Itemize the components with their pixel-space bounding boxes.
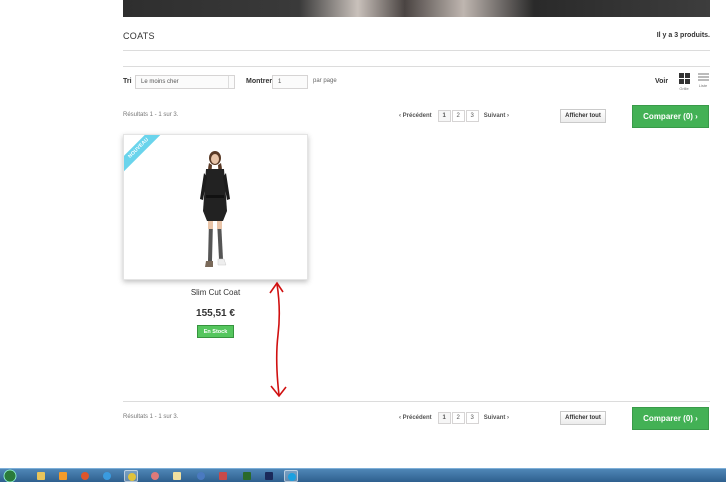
view-label: Voir — [655, 78, 669, 85]
availability-badge: En Stock — [197, 325, 234, 338]
product-count: Il y a 3 produits. — [656, 32, 710, 39]
media-player-icon[interactable] — [56, 470, 70, 482]
red-double-arrow-annotation — [269, 281, 287, 398]
sort-select[interactable]: Le moins cher — [135, 75, 235, 89]
previous-page-link[interactable]: ‹ Précédent — [399, 415, 432, 421]
chrome-icon[interactable] — [124, 470, 138, 482]
divider — [123, 401, 710, 402]
page-2-button[interactable]: 2 — [451, 110, 465, 122]
app-icon[interactable] — [194, 470, 208, 482]
paint-icon[interactable] — [216, 470, 230, 482]
dreamweaver-icon[interactable] — [240, 470, 254, 482]
per-page-value: 1 — [278, 79, 282, 85]
results-count-bottom: Résultats 1 - 1 sur 3. — [123, 414, 179, 420]
page-1-button[interactable]: 1 — [437, 412, 451, 424]
page-2-button[interactable]: 2 — [451, 412, 465, 424]
previous-page-link[interactable]: ‹ Précédent — [399, 113, 432, 119]
dropdown-arrow-icon — [228, 76, 234, 88]
pagination-bottom: ‹ Précédent 1 2 3 Suivant › — [399, 412, 509, 424]
list-view-label: Liste — [698, 83, 708, 88]
grid-view-label: Grille — [679, 86, 689, 91]
category-title: COATS — [123, 31, 155, 41]
start-orb-icon[interactable] — [2, 469, 20, 482]
show-label: Montrer — [246, 78, 273, 85]
divider — [123, 50, 710, 51]
category-page: COATS Il y a 3 produits. Tri Le moins ch… — [0, 0, 726, 482]
next-page-link[interactable]: Suivant › — [484, 113, 509, 119]
sort-select-value: Le moins cher — [141, 79, 179, 85]
taskbar — [0, 468, 726, 482]
category-banner-image — [123, 0, 710, 17]
photoshop-icon[interactable] — [262, 470, 276, 482]
per-page-label: par page — [313, 78, 337, 84]
explorer-icon[interactable] — [34, 470, 48, 482]
sort-label: Tri — [123, 78, 132, 85]
internet-explorer-icon[interactable] — [100, 470, 114, 482]
divider — [123, 66, 710, 67]
firefox-icon[interactable] — [78, 470, 92, 482]
list-view-button[interactable]: Liste — [696, 73, 710, 93]
pagination: ‹ Précédent 1 2 3 Suivant › — [399, 110, 509, 122]
app-icon[interactable] — [148, 470, 162, 482]
grid-view-button[interactable]: Grille — [677, 73, 691, 93]
skype-icon[interactable] — [284, 470, 298, 482]
grid-icon — [678, 73, 690, 84]
page-1-button[interactable]: 1 — [437, 110, 451, 122]
show-all-button-bottom[interactable]: Afficher tout — [560, 411, 606, 425]
new-badge: NOUVEAU — [124, 135, 165, 175]
next-page-link[interactable]: Suivant › — [484, 415, 509, 421]
product-image[interactable] — [190, 149, 240, 277]
page-3-button[interactable]: 3 — [465, 110, 479, 122]
app-icon[interactable] — [170, 470, 184, 482]
product-card[interactable]: NOUVEAU — [123, 134, 308, 280]
compare-button-bottom[interactable]: Comparer (0) › — [632, 407, 709, 430]
compare-button[interactable]: Comparer (0) › — [632, 105, 709, 128]
list-icon — [697, 73, 709, 81]
show-all-button[interactable]: Afficher tout — [560, 109, 606, 123]
results-count: Résultats 1 - 1 sur 3. — [123, 112, 179, 118]
per-page-select[interactable]: 1 — [272, 75, 308, 89]
page-3-button[interactable]: 3 — [465, 412, 479, 424]
